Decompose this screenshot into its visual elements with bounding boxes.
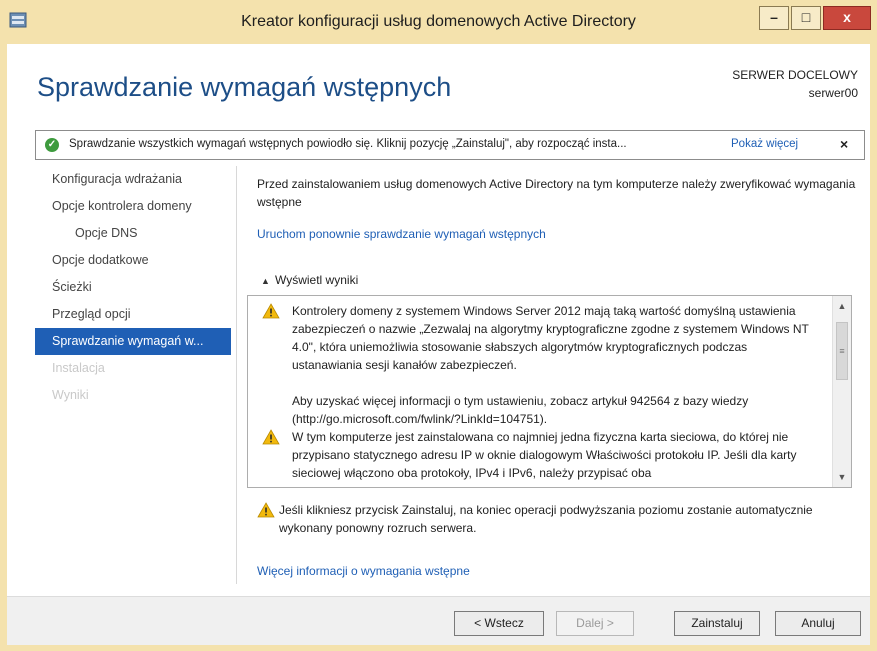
- close-window-button[interactable]: x: [823, 6, 871, 30]
- target-server-name: serwer00: [808, 86, 858, 100]
- result-item: Kontrolery domeny z systemem Windows Ser…: [262, 302, 817, 374]
- wizard-nav: Konfiguracja wdrażania Opcje kontrolera …: [35, 166, 231, 409]
- banner-close-button[interactable]: ×: [840, 136, 848, 152]
- view-results-label: Wyświetl wyniki: [275, 273, 359, 287]
- banner-text: Sprawdzanie wszystkich wymagań wstępnych…: [69, 138, 627, 150]
- warning-icon: [262, 303, 280, 319]
- reboot-warning: Jeśli klikniesz przycisk Zainstaluj, na …: [257, 501, 857, 537]
- nav-item-dc-options[interactable]: Opcje kontrolera domeny: [35, 193, 231, 220]
- button-bar: < Wstecz Dalej > Zainstaluj Anuluj: [7, 596, 870, 645]
- window-title: Kreator konfiguracji usług domenowych Ac…: [241, 13, 636, 30]
- result-item: Aby uzyskać więcej informacji o tym usta…: [262, 392, 817, 428]
- wizard-client-area: Sprawdzanie wymagań wstępnych SERWER DOC…: [7, 44, 870, 645]
- scroll-thumb[interactable]: ≡: [836, 322, 848, 380]
- install-button[interactable]: Zainstaluj: [674, 611, 760, 636]
- check-circle-icon: ✓: [45, 138, 59, 152]
- result-text: W tym komputerze jest zainstalowana co n…: [292, 430, 797, 480]
- warning-icon: [257, 502, 275, 518]
- title-bar[interactable]: Kreator konfiguracji usług domenowych Ac…: [0, 0, 877, 44]
- back-button[interactable]: < Wstecz: [454, 611, 544, 636]
- result-text: Aby uzyskać więcej informacji o tym usta…: [292, 394, 749, 426]
- scroll-down-icon[interactable]: ▼: [836, 471, 848, 483]
- cancel-button[interactable]: Anuluj: [775, 611, 861, 636]
- wizard-window: Kreator konfiguracji usług domenowych Ac…: [0, 0, 877, 651]
- target-server-label: SERWER DOCELOWY: [732, 68, 858, 82]
- nav-item-results: Wyniki: [52, 388, 89, 402]
- page-title: Sprawdzanie wymagań wstępnych: [37, 72, 452, 102]
- result-text: Kontrolery domeny z systemem Windows Ser…: [292, 304, 809, 372]
- results-viewport: Kontrolery domeny z systemem Windows Ser…: [248, 296, 833, 487]
- intro-text: Przed zainstalowaniem usług domenowych A…: [257, 177, 856, 209]
- main-content: Przed zainstalowaniem usług domenowych A…: [247, 175, 857, 578]
- nav-item-paths[interactable]: Ścieżki: [35, 274, 231, 301]
- scroll-up-icon[interactable]: ▲: [836, 300, 848, 312]
- maximize-button[interactable]: □: [791, 6, 821, 30]
- status-banner: ✓ Sprawdzanie wszystkich wymagań wstępny…: [35, 130, 865, 160]
- nav-item-prerequisites-check[interactable]: Sprawdzanie wymagań w...: [35, 328, 231, 355]
- view-results-toggle[interactable]: ▲ Wyświetl wyniki: [261, 273, 358, 287]
- chevron-up-icon: ▲: [261, 276, 270, 286]
- show-more-link[interactable]: Pokaż więcej: [731, 138, 798, 150]
- nav-divider: [236, 166, 237, 584]
- nav-item-additional-options[interactable]: Opcje dodatkowe: [35, 247, 231, 274]
- rerun-prerequisites-link[interactable]: Uruchom ponownie sprawdzanie wymagań wst…: [257, 227, 546, 241]
- result-item: W tym komputerze jest zainstalowana co n…: [262, 428, 817, 482]
- nav-item-installation: Instalacja: [52, 361, 105, 375]
- reboot-warning-text: Jeśli klikniesz przycisk Zainstaluj, na …: [279, 503, 813, 535]
- warning-icon: [262, 429, 280, 445]
- minimize-button[interactable]: –: [759, 6, 789, 30]
- next-button: Dalej >: [556, 611, 634, 636]
- results-scrollbar[interactable]: ▲ ≡ ▼: [832, 296, 851, 487]
- nav-item-deployment-config[interactable]: Konfiguracja wdrażania: [35, 166, 231, 193]
- results-list[interactable]: Kontrolery domeny z systemem Windows Ser…: [247, 295, 852, 488]
- more-info-link[interactable]: Więcej informacji o wymagania wstępne: [257, 564, 470, 578]
- nav-item-dns-options[interactable]: Opcje DNS: [35, 220, 231, 247]
- nav-item-review-options[interactable]: Przegląd opcji: [35, 301, 231, 328]
